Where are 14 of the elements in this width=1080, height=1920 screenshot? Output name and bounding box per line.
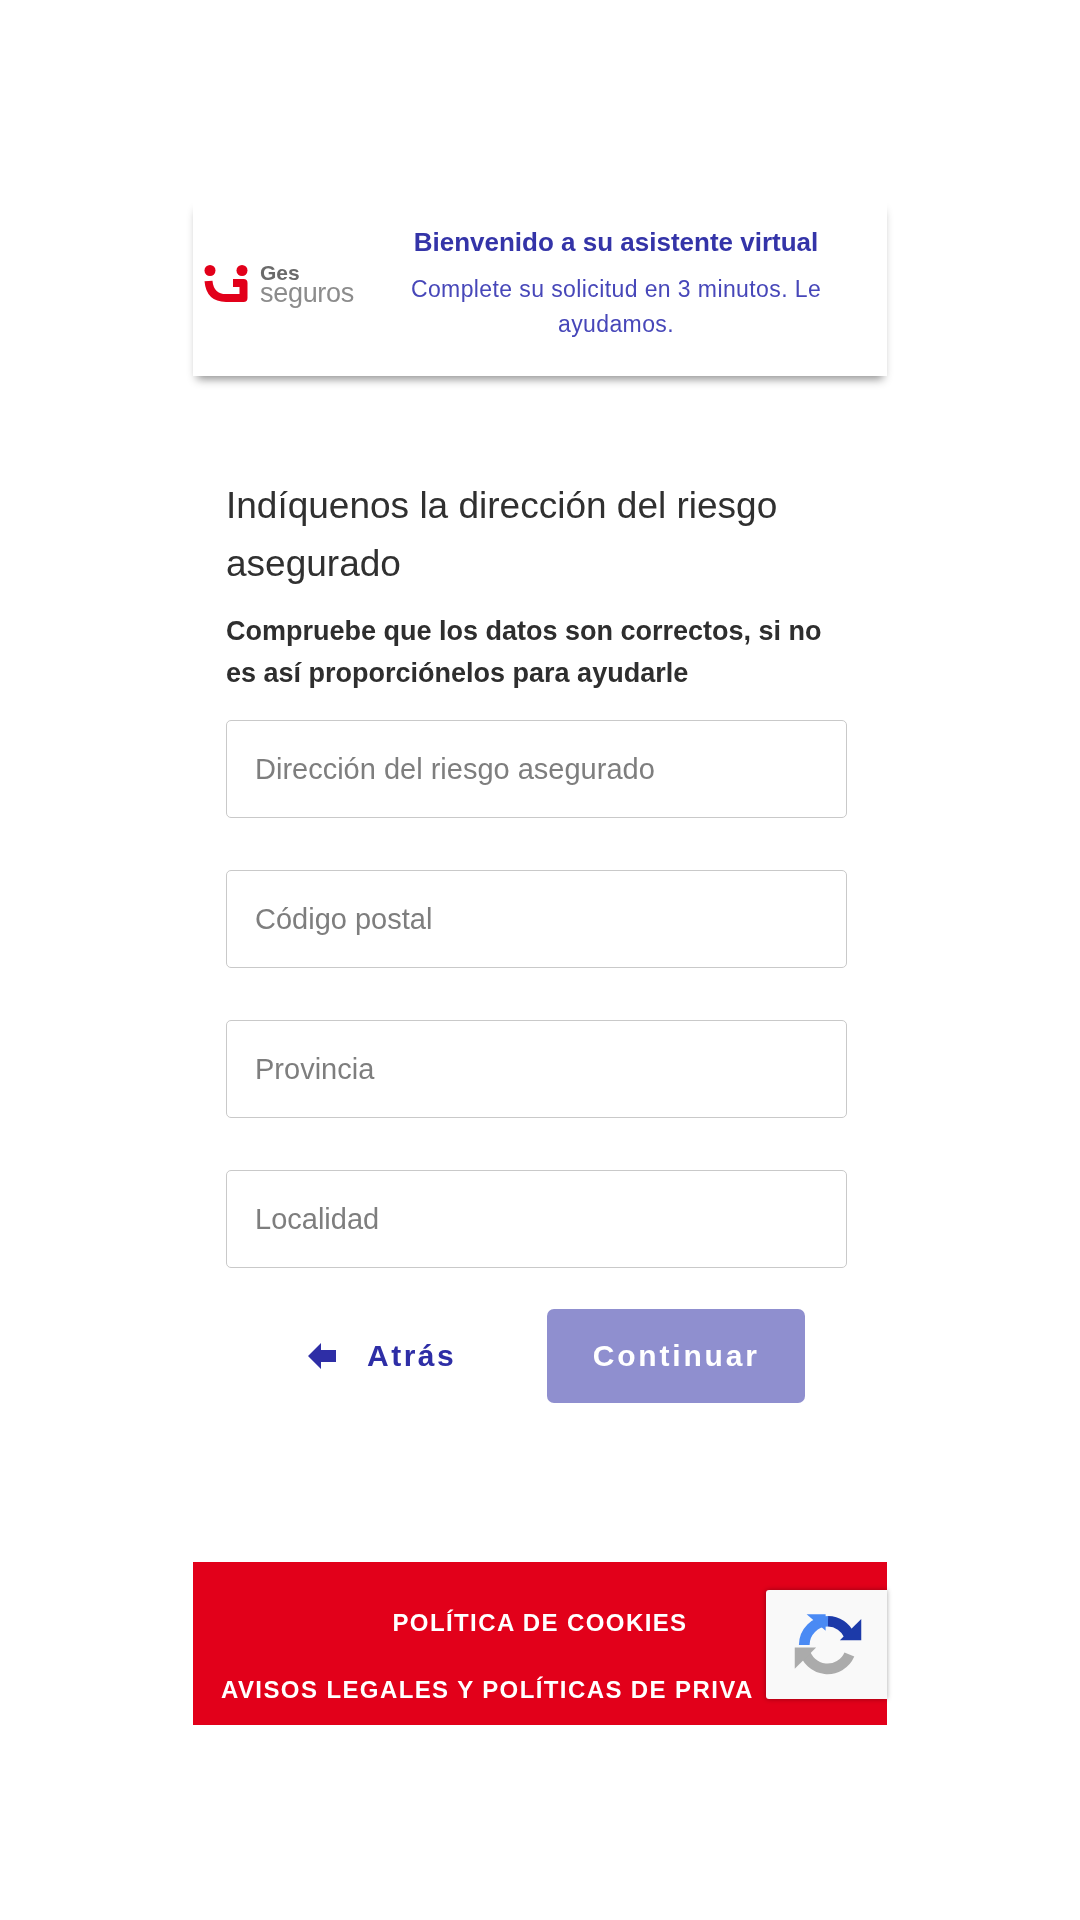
footer-link[interactable]: POLÍTICA DE COOKIES xyxy=(392,1606,688,1640)
header-subtitle: Complete su solicitud en 3 minutos. Le ayudamos. xyxy=(409,275,823,339)
form-title: Indíquenos la dirección del riesgo asegurado xyxy=(226,484,779,586)
footer-link[interactable]: AVISOS LEGALES Y POLÍTICAS DE PRIVA xyxy=(221,1673,754,1707)
back-button[interactable]: Atrás xyxy=(308,1339,457,1373)
form-instructions: Compruebe que los datos son correctos, si no es así proporciónelos para ayudarle xyxy=(226,615,823,690)
header-title: Bienvenido a su asistente virtual xyxy=(413,226,819,258)
input-field[interactable]: Dirección del riesgo asegurado xyxy=(226,720,847,818)
input-field[interactable]: Código postal xyxy=(226,870,847,968)
arrow-left-icon xyxy=(308,1343,336,1369)
logo-text: Ges xyxy=(260,263,301,281)
input-field[interactable]: Localidad xyxy=(226,1170,847,1268)
logo-icon xyxy=(204,265,248,303)
input-field[interactable]: Provincia xyxy=(226,1020,847,1118)
